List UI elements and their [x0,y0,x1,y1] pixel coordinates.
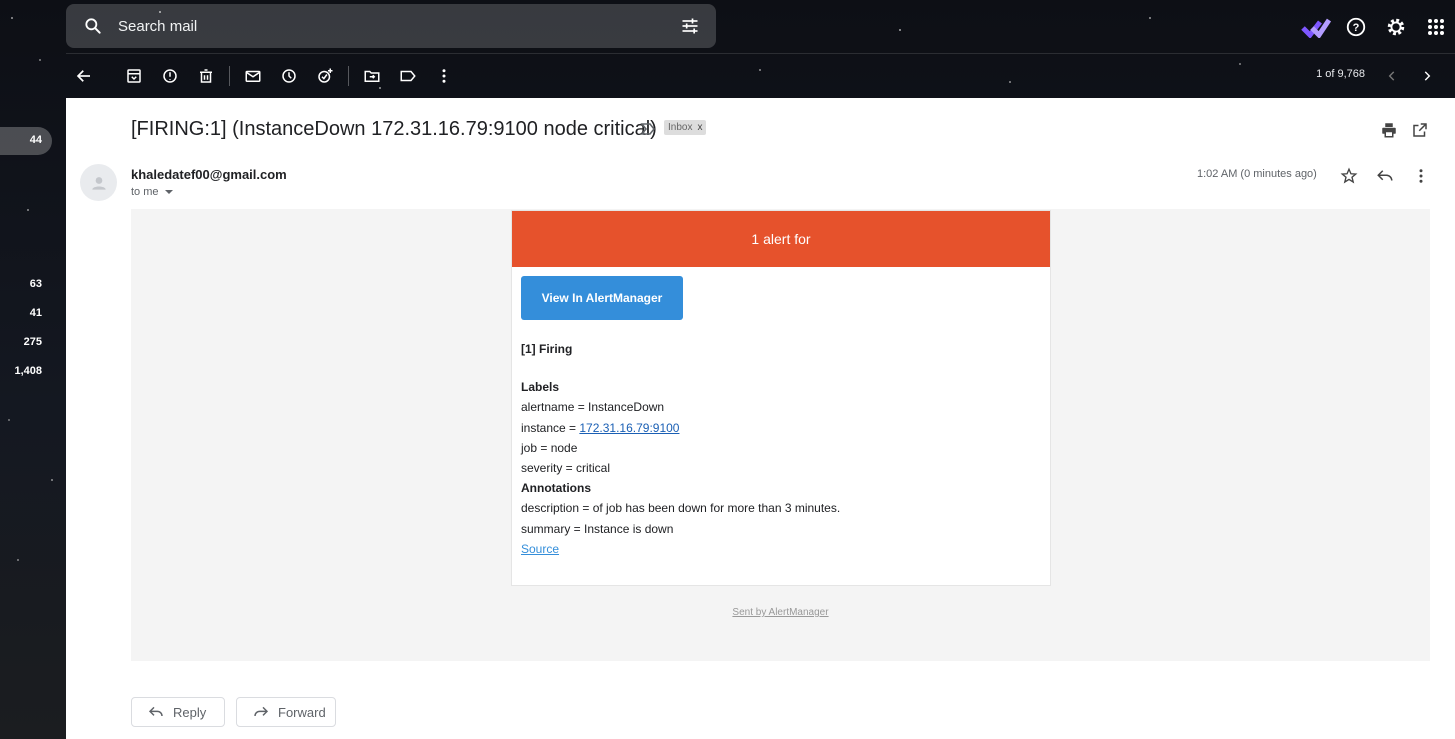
top-right-controls: ? [1291,12,1455,42]
details-caret-down-icon[interactable] [164,186,173,198]
label-instance: instance = 172.31.16.79:9100 [521,418,840,438]
search-options-icon[interactable] [680,16,700,41]
back-arrow-icon[interactable] [66,60,102,92]
instance-prefix: instance = [521,420,580,435]
email-timestamp: 1:02 AM (0 minutes ago) [1197,168,1317,180]
settings-gear-icon[interactable] [1381,12,1411,42]
importance-marker-icon[interactable] [640,122,656,141]
reply-arrow-icon[interactable] [1373,164,1397,188]
add-to-tasks-icon[interactable] [307,60,343,92]
delete-trash-icon[interactable] [188,60,224,92]
forward-icon [253,704,269,720]
annotation-summary: summary = Instance is down [521,521,674,536]
rail-count-item[interactable]: 41 [0,307,42,319]
mark-unread-mail-icon[interactable] [235,60,271,92]
label-severity: severity = critical [521,461,611,476]
search-input[interactable] [116,16,660,36]
rail-count-inbox[interactable]: 44 [0,134,42,146]
annotation-description: description = of job has been down for m… [521,501,841,516]
older-chevron-right-icon[interactable] [1415,64,1439,88]
sender-avatar[interactable] [80,164,117,201]
label-alertname: alertname = InstanceDown [521,400,665,415]
label-job: job = node [521,440,578,455]
newer-chevron-left-icon[interactable] [1380,64,1404,88]
toolbar-separator [229,66,230,86]
search-bar[interactable] [66,4,716,48]
star-icon[interactable] [1337,164,1361,188]
inbox-label-text: Inbox [668,122,693,133]
reply-label: Reply [173,704,207,720]
labels-heading: Labels [521,380,560,395]
instance-link[interactable]: 172.31.16.79:9100 [579,421,679,435]
rail-count-item[interactable]: 63 [0,278,42,290]
alert-card: 1 alert for View In AlertManager [1] Fir… [511,210,1051,586]
forward-label: Forward [278,704,326,720]
rail-count-item[interactable]: 1,408 [0,365,42,377]
recipient-text: to me [131,186,159,198]
forward-button[interactable]: Forward [236,697,336,727]
toolbar-separator [348,66,349,86]
report-spam-icon[interactable] [152,60,188,92]
open-in-new-window-icon[interactable] [1408,118,1432,142]
remove-label-x-icon[interactable]: x [697,122,702,133]
email-subject: [FIRING:1] (InstanceDown 172.31.16.79:91… [131,118,657,140]
archive-icon[interactable] [116,60,152,92]
rail-count-item[interactable]: 275 [0,336,42,348]
move-to-folder-icon[interactable] [354,60,390,92]
print-icon[interactable] [1377,118,1401,142]
reply-icon [148,704,164,720]
message-more-vertical-icon[interactable] [1409,164,1433,188]
apps-grid-icon[interactable] [1421,12,1451,42]
snooze-clock-icon[interactable] [271,60,307,92]
pagination-count: 1 of 9,768 [1316,68,1365,80]
recipient-details[interactable]: to me [131,186,173,198]
toolbar-divider [66,53,1455,54]
svg-text:?: ? [1353,22,1360,34]
tasks-check-icon[interactable] [1301,12,1331,42]
alert-details: [1] Firing Labels alertname = InstanceDo… [521,339,840,559]
reply-button[interactable]: Reply [131,697,225,727]
label-tag-icon[interactable] [390,60,426,92]
email-body: 1 alert for View In AlertManager [1] Fir… [131,209,1430,661]
inbox-label-chip: Inbox x [664,120,707,135]
sender-email[interactable]: khaledatef00@gmail.com [131,167,287,182]
more-vertical-icon[interactable] [426,60,462,92]
message-panel: [FIRING:1] (InstanceDown 172.31.16.79:91… [66,98,1455,739]
message-toolbar [66,60,462,92]
sent-by-footer-link[interactable]: Sent by AlertManager [131,607,1430,618]
help-icon[interactable]: ? [1341,12,1371,42]
view-in-alertmanager-button[interactable]: View In AlertManager [521,276,683,320]
search-icon[interactable] [82,15,104,37]
firing-status: [1] Firing [521,342,573,356]
alert-header: 1 alert for [512,211,1050,267]
source-link[interactable]: Source [521,542,559,556]
annotations-heading: Annotations [521,481,591,496]
